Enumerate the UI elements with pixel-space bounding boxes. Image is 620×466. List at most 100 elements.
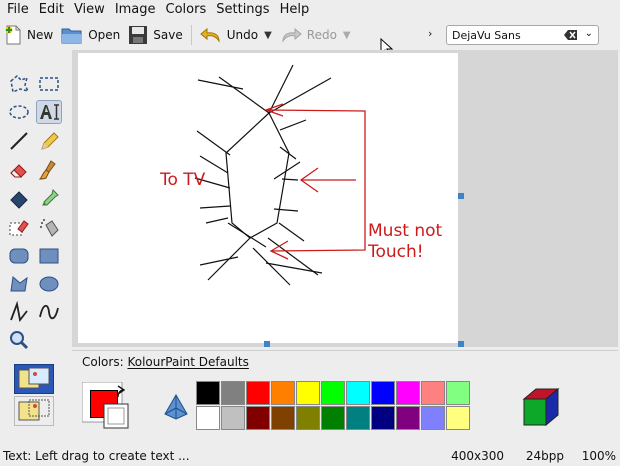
flood-fill-tool[interactable] [6, 187, 32, 211]
text-tool-icon [40, 104, 59, 120]
palette-swatch[interactable] [296, 381, 320, 405]
undo-button-label: Undo [226, 28, 259, 42]
undo-icon [199, 27, 220, 43]
color-similarity-icon [164, 394, 188, 420]
colors-title-prefix: Colors: [82, 355, 128, 369]
palette-swatch[interactable] [446, 381, 470, 405]
pen-tool[interactable] [36, 129, 62, 153]
color-palette [196, 381, 470, 430]
rounded-rectangle-tool[interactable] [6, 244, 32, 268]
polygon-tool[interactable] [6, 272, 32, 296]
eyedropper-icon [42, 189, 59, 206]
status-bar: Text: Left drag to create text ... 400x3… [0, 446, 620, 466]
palette-swatch[interactable] [246, 381, 270, 405]
resize-handle-right[interactable] [458, 193, 464, 199]
color-similarity-button[interactable] [162, 393, 190, 421]
zoom-level: 100% [581, 449, 616, 463]
image-size: 400x300 [451, 449, 504, 463]
palette-swatch[interactable] [421, 381, 445, 405]
free-form-select-tool[interactable] [6, 72, 32, 96]
spraycan-icon [40, 219, 59, 237]
palette-swatch[interactable] [221, 381, 245, 405]
ellipse-icon [39, 276, 59, 292]
color-depth: 24bpp [525, 449, 564, 463]
transparent-selection-icon [18, 399, 50, 421]
palette-name[interactable]: KolourPaint Defaults [127, 355, 248, 369]
ellipse-select-tool[interactable] [6, 100, 32, 124]
annotation-to-tv: To TV [159, 170, 206, 190]
brush-tool[interactable] [36, 158, 62, 182]
redo-button[interactable]: Redo [276, 22, 341, 48]
eraser-tool[interactable] [6, 158, 32, 182]
palette-swatch[interactable] [321, 406, 345, 430]
rectangle-select-tool[interactable] [36, 72, 62, 96]
spraycan-tool[interactable] [36, 216, 62, 240]
chevron-down-icon[interactable]: ⌄ [585, 28, 593, 39]
new-button[interactable]: New [0, 22, 57, 48]
palette-swatch[interactable] [196, 381, 220, 405]
undo-button[interactable]: Undo [196, 22, 262, 48]
palette-swatch[interactable] [321, 381, 345, 405]
palette-swatch[interactable] [296, 406, 320, 430]
palette-3d-cube [522, 387, 560, 430]
open-button-label: Open [88, 28, 121, 42]
rectangle-tool[interactable] [36, 244, 62, 268]
rectangle-icon [39, 248, 59, 264]
palette-swatch[interactable] [396, 381, 420, 405]
drawing-canvas[interactable]: To TV Must not Touch! [78, 53, 458, 343]
connected-lines-tool[interactable] [6, 300, 32, 324]
tool-box [4, 67, 66, 437]
palette-swatch[interactable] [421, 406, 445, 430]
color-eraser-tool[interactable] [6, 216, 32, 240]
palette-swatch[interactable] [346, 381, 370, 405]
menu-view[interactable]: View [71, 0, 112, 20]
palette-swatch[interactable] [346, 406, 370, 430]
palette-swatch[interactable] [271, 406, 295, 430]
toolbar-overflow-icon[interactable]: › [428, 27, 432, 40]
palette-swatch[interactable] [246, 406, 270, 430]
menu-image[interactable]: Image [112, 0, 163, 20]
text-tool[interactable] [36, 100, 62, 124]
palette-swatch[interactable] [221, 406, 245, 430]
annotation-touch: Touch! [367, 242, 424, 262]
menu-edit[interactable]: Edit [36, 0, 71, 20]
resize-handle-bottom[interactable] [264, 341, 270, 347]
palette-swatch[interactable] [371, 406, 395, 430]
clear-text-icon[interactable] [564, 29, 578, 41]
paint-bucket-icon [10, 191, 28, 209]
palette-swatch[interactable] [196, 406, 220, 430]
palette-swatch[interactable] [446, 406, 470, 430]
zoom-tool[interactable] [6, 328, 32, 352]
open-folder-icon [61, 28, 83, 44]
open-button[interactable]: Open [57, 22, 124, 48]
color-picker-tool[interactable] [36, 187, 62, 211]
color-selector[interactable] [81, 381, 132, 432]
annotation-must-not: Must not [368, 221, 443, 241]
lasso-select-icon [10, 74, 30, 94]
polyline-icon [10, 301, 28, 323]
magnifier-icon [10, 331, 29, 350]
menu-file[interactable]: File [4, 0, 36, 20]
colors-panel: Colors: KolourPaint Defaults [72, 350, 618, 438]
font-family-combo[interactable]: DejaVu Sans ⌄ [446, 25, 599, 45]
menu-settings[interactable]: Settings [213, 0, 276, 20]
undo-dropdown-icon[interactable]: ▼ [262, 30, 276, 41]
line-icon [10, 132, 28, 150]
menu-colors[interactable]: Colors [163, 0, 214, 20]
palette-swatch[interactable] [396, 406, 420, 430]
opaque-selection-toggle[interactable] [14, 364, 54, 394]
resize-handle-corner[interactable] [458, 341, 464, 347]
menu-help[interactable]: Help [277, 0, 317, 20]
redo-dropdown-icon[interactable]: ▼ [341, 30, 355, 41]
new-button-label: New [27, 28, 54, 42]
curve-tool[interactable] [36, 300, 62, 324]
palette-swatch[interactable] [371, 381, 395, 405]
transparent-selection-toggle[interactable] [14, 396, 54, 426]
palette-swatch[interactable] [271, 381, 295, 405]
ellipse-select-icon [9, 105, 29, 119]
line-tool[interactable] [6, 129, 32, 153]
ellipse-tool[interactable] [36, 272, 62, 296]
status-message: Text: Left drag to create text ... [3, 449, 190, 463]
save-button[interactable]: Save [124, 22, 186, 48]
rect-select-icon [39, 77, 59, 91]
